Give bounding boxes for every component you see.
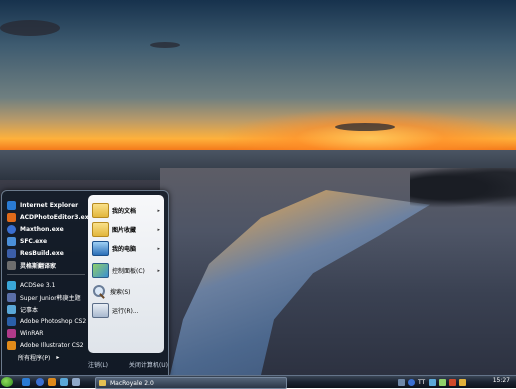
program-item[interactable]: Adobe Photoshop CS2: [4, 315, 86, 327]
all-programs-button[interactable]: 所有程序(P) ▸: [18, 353, 59, 362]
program-item[interactable]: Adobe Illustrator CS2: [4, 339, 86, 351]
program-item[interactable]: ResBuild.exe: [4, 247, 86, 259]
quicklaunch-desktop-icon[interactable]: [60, 378, 68, 386]
folder-icon: [92, 222, 109, 237]
place-label: 搜索(S): [110, 289, 131, 296]
program-label: Super Junior韩庚主题: [20, 294, 81, 302]
program-item[interactable]: Super Junior韩庚主题: [4, 291, 86, 303]
place-label: 控制面板(C): [112, 268, 145, 275]
notepad-icon: [7, 304, 16, 314]
program-label: Adobe Photoshop CS2: [20, 317, 87, 325]
network-icon[interactable]: [429, 378, 437, 386]
search-item[interactable]: 搜索(S): [92, 285, 162, 298]
acdsee-icon: [7, 280, 16, 290]
chevron-right-icon: ▸: [157, 245, 160, 252]
program-item[interactable]: ACDSee 3.1: [4, 279, 86, 291]
tray-text[interactable]: TT: [418, 379, 425, 386]
security-icon[interactable]: [449, 378, 457, 386]
quicklaunch-app-icon[interactable]: [72, 378, 80, 386]
place-label: 图片收藏: [112, 227, 137, 234]
chat-icon[interactable]: [459, 378, 467, 386]
session-bar: 注销(L) 关闭计算机(U): [88, 357, 168, 371]
illustrator-icon: [7, 340, 16, 350]
program-item[interactable]: 记事本: [4, 303, 86, 315]
my-documents-item[interactable]: 我的文档 ▸: [92, 203, 162, 218]
program-label: WinRAR: [20, 329, 44, 337]
place-label: 我的电脑: [112, 246, 137, 253]
clock[interactable]: 15:27: [493, 377, 510, 384]
program-label: ACDPhotoEditor3.exe: [20, 213, 93, 221]
start-menu: Internet Explorer ACDPhotoEditor3.exe Ma…: [1, 190, 169, 376]
folder-icon: [92, 203, 109, 218]
sfc-icon: [7, 236, 16, 246]
control-panel-icon: [92, 263, 109, 278]
logoff-button[interactable]: 注销(L): [88, 360, 108, 369]
places-pane: 我的文档 ▸ 图片收藏 ▸ 我的电脑 ▸ 控制面板(C) ▸ 搜索(S) 运行(…: [88, 195, 164, 353]
program-label: Internet Explorer: [20, 201, 79, 209]
start-button[interactable]: [1, 377, 13, 387]
program-item[interactable]: Maxthon.exe: [4, 223, 86, 235]
taskbar: MacRoyale 2.0 TT 15:27: [0, 375, 516, 389]
quicklaunch-ie-icon[interactable]: [22, 378, 30, 386]
program-label: ACDSee 3.1: [20, 281, 56, 289]
folder-icon: [99, 380, 106, 386]
internet-explorer-icon: [7, 200, 16, 210]
winrar-icon: [7, 328, 16, 338]
chevron-right-icon: ▸: [56, 354, 60, 361]
keyboard-icon[interactable]: [398, 378, 405, 386]
my-computer-item[interactable]: 我的电脑 ▸: [92, 241, 162, 256]
chevron-right-icon: ▸: [157, 207, 160, 214]
resbuild-icon: [7, 248, 16, 258]
program-label: ResBuild.exe: [20, 249, 64, 257]
all-programs-label: 所有程序(P): [18, 355, 51, 362]
program-label: 记事本: [20, 306, 39, 314]
search-icon: [92, 285, 107, 298]
programs-pane: Internet Explorer ACDPhotoEditor3.exe Ma…: [4, 195, 93, 351]
maxthon-icon: [7, 224, 16, 234]
my-pictures-item[interactable]: 图片收藏 ▸: [92, 222, 162, 237]
acd-photo-editor-icon: [7, 212, 16, 222]
quicklaunch-media-icon[interactable]: [48, 378, 56, 386]
program-label: Maxthon.exe: [20, 225, 64, 233]
chevron-right-icon: ▸: [157, 226, 160, 233]
program-item[interactable]: WinRAR: [4, 327, 86, 339]
cloud: [335, 123, 395, 131]
program-item[interactable]: 灵格斯翻译家: [4, 259, 86, 271]
menu-separator: [7, 274, 85, 275]
program-item[interactable]: ACDPhotoEditor3.exe: [4, 211, 93, 223]
place-label: 我的文档: [112, 208, 137, 215]
cloud: [150, 42, 180, 48]
quicklaunch-maxthon-icon[interactable]: [36, 378, 44, 386]
computer-icon: [92, 241, 109, 256]
control-panel-item[interactable]: 控制面板(C) ▸: [92, 263, 162, 278]
program-item[interactable]: SFC.exe: [4, 235, 86, 247]
volume-icon[interactable]: [439, 378, 447, 386]
run-item[interactable]: 运行(R)...: [92, 303, 162, 318]
taskbar-button-label: MacRoyale 2.0: [110, 379, 154, 387]
photoshop-icon: [7, 316, 16, 326]
lingoes-icon: [7, 260, 16, 270]
program-item[interactable]: Internet Explorer: [4, 199, 86, 211]
rocks: [410, 168, 516, 208]
theme-icon: [7, 292, 16, 302]
run-icon: [92, 303, 109, 318]
taskbar-button[interactable]: MacRoyale 2.0: [95, 377, 287, 389]
chevron-right-icon: ▸: [157, 267, 160, 274]
shutdown-button[interactable]: 关闭计算机(U): [129, 360, 168, 369]
program-label: SFC.exe: [20, 237, 48, 245]
help-icon[interactable]: [408, 378, 415, 386]
program-label: 灵格斯翻译家: [20, 262, 57, 270]
place-label: 运行(R)...: [112, 308, 139, 315]
cloud: [0, 20, 60, 36]
program-label: Adobe Illustrator CS2: [20, 341, 84, 349]
